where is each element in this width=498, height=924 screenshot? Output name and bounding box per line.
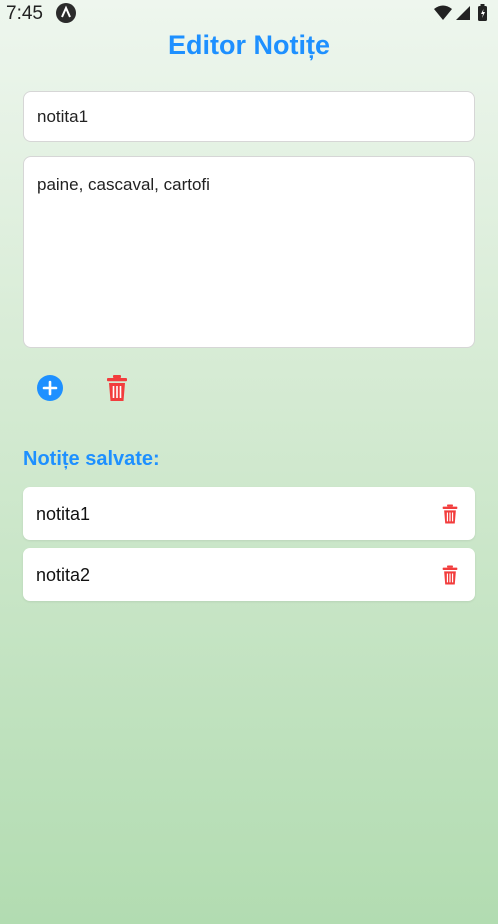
delete-note-button[interactable]	[102, 373, 132, 403]
saved-notes-heading: Notițe salvate:	[23, 448, 160, 470]
plus-circle-icon	[37, 375, 63, 401]
saved-note-item[interactable]: notita1	[23, 487, 475, 540]
note-title-input[interactable]: notita1	[23, 91, 475, 142]
note-body-value: paine, cascaval, cartofi	[37, 175, 210, 194]
note-body-textarea[interactable]: paine, cascaval, cartofi	[23, 156, 475, 348]
app-notification-icon	[56, 3, 76, 23]
saved-note-delete-button[interactable]	[439, 563, 461, 587]
page-title: Editor Notițe	[168, 30, 330, 60]
signal-icon	[456, 6, 470, 20]
note-title-value: notita1	[37, 107, 89, 126]
saved-note-label: notita2	[36, 565, 91, 585]
add-note-button[interactable]	[35, 373, 65, 403]
status-time: 7:45	[6, 3, 43, 24]
saved-note-label: notita1	[36, 504, 91, 524]
wifi-icon	[434, 5, 452, 20]
saved-note-delete-button[interactable]	[439, 502, 461, 526]
saved-note-item[interactable]: notita2	[23, 548, 475, 601]
status-icons	[434, 4, 487, 21]
status-bar: 7:45	[0, 0, 498, 28]
trash-icon	[107, 375, 127, 401]
battery-icon	[478, 4, 487, 21]
trash-icon	[442, 504, 458, 524]
trash-icon	[442, 565, 458, 585]
